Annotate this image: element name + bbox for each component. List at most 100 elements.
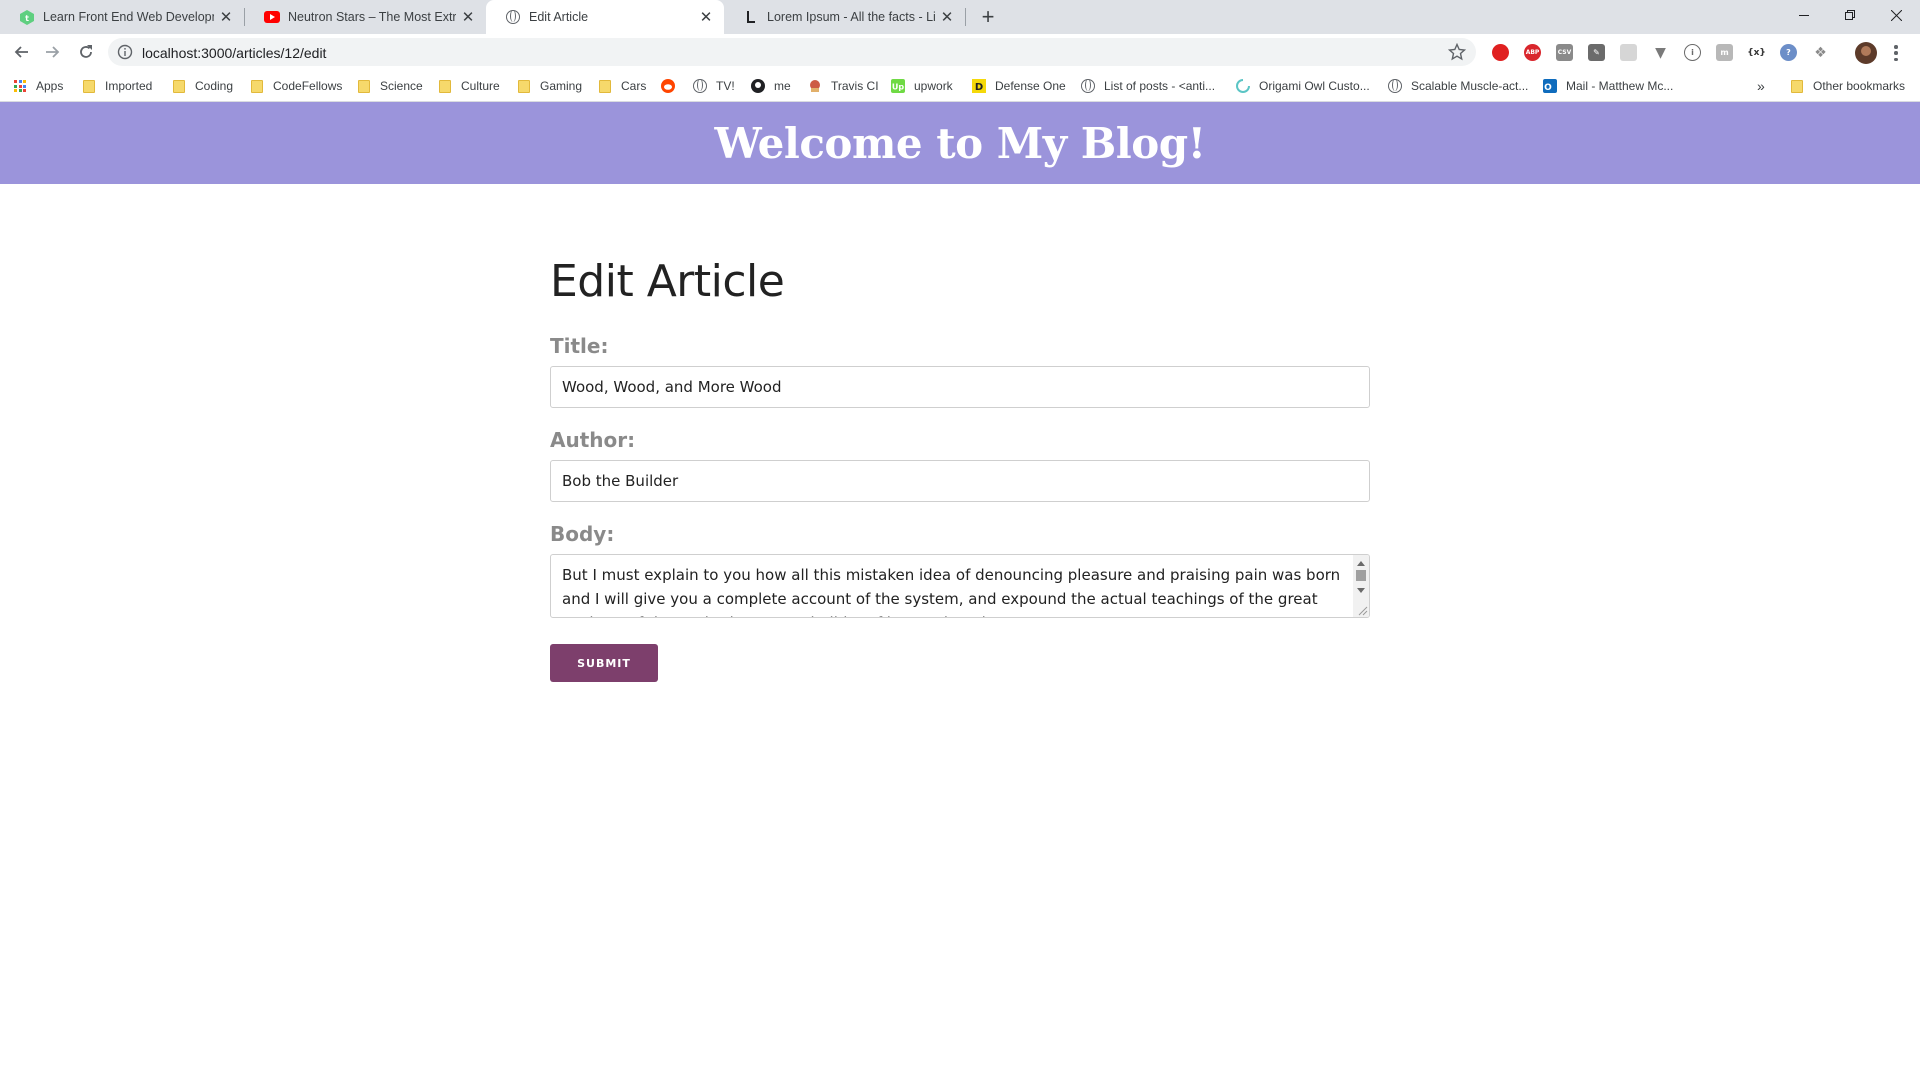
author-label: Author: bbox=[550, 428, 636, 452]
bookmark-mail[interactable]: O Mail - Matthew Mc... bbox=[1543, 76, 1673, 96]
resize-grip-icon[interactable] bbox=[1356, 604, 1368, 616]
bookmark-science[interactable]: Science bbox=[357, 76, 423, 96]
bookmark-label: Coding bbox=[195, 79, 234, 93]
tab-neutron-stars[interactable]: Neutron Stars – The Most Extreme ✕ bbox=[245, 0, 486, 34]
bookmark-apps[interactable]: Apps bbox=[13, 76, 63, 96]
scrollbar-thumb[interactable] bbox=[1356, 570, 1366, 581]
restore-button[interactable] bbox=[1827, 0, 1873, 30]
folder-icon bbox=[517, 79, 531, 93]
url-text[interactable]: localhost:3000/articles/12/edit bbox=[142, 45, 326, 61]
folder-icon bbox=[357, 79, 371, 93]
tab-close-icon[interactable]: ✕ bbox=[460, 9, 476, 26]
bookmarks-overflow-button[interactable]: » bbox=[1757, 76, 1765, 96]
lipsum-icon bbox=[743, 9, 759, 25]
address-bar[interactable]: localhost:3000/articles/12/edit bbox=[108, 38, 1476, 66]
body-textarea[interactable]: But I must explain to you how all this m… bbox=[550, 554, 1370, 618]
dropbox-extension-icon[interactable]: ❖ bbox=[1812, 44, 1829, 61]
youtube-icon bbox=[264, 9, 280, 25]
forward-button[interactable] bbox=[39, 38, 67, 66]
vue-devtools-extension-icon[interactable]: ▼ bbox=[1652, 44, 1669, 61]
arrow-left-icon bbox=[14, 46, 28, 58]
bookmark-label: CodeFellows bbox=[273, 79, 343, 93]
bookmark-cars[interactable]: Cars bbox=[598, 76, 646, 96]
close-window-button[interactable] bbox=[1873, 0, 1919, 30]
minimize-button[interactable] bbox=[1781, 0, 1827, 30]
svg-text:Up: Up bbox=[892, 83, 904, 92]
blue-extension-icon[interactable]: ? bbox=[1780, 44, 1797, 61]
bookmark-label: upwork bbox=[914, 79, 953, 93]
arrow-right-icon bbox=[46, 46, 60, 58]
bookmark-upwork[interactable]: Up upwork bbox=[891, 76, 953, 96]
browser-tab-strip: t Learn Front End Web Development ✕ Neut… bbox=[0, 0, 1920, 34]
back-button[interactable] bbox=[7, 38, 35, 66]
bookmarks-bar: Apps Imported Coding CodeFellows Science… bbox=[0, 70, 1920, 102]
bookmark-star-icon[interactable] bbox=[1448, 43, 1466, 61]
svg-text:t: t bbox=[25, 14, 29, 23]
author-input[interactable] bbox=[550, 460, 1370, 502]
tab-lorem-ipsum[interactable]: Lorem Ipsum - All the facts - Lipsum ✕ bbox=[724, 0, 965, 34]
scroll-down-icon[interactable] bbox=[1357, 588, 1365, 593]
globe-icon bbox=[505, 9, 521, 25]
browser-menu-icon[interactable] bbox=[1893, 43, 1899, 63]
bookmark-tv[interactable]: TV! bbox=[693, 76, 735, 96]
bookmark-me[interactable]: me bbox=[751, 76, 791, 96]
treehouse-icon: t bbox=[19, 9, 35, 25]
bookmark-other-bookmarks[interactable]: Other bookmarks bbox=[1790, 76, 1905, 96]
folder-icon bbox=[1790, 79, 1804, 93]
bookmark-coding[interactable]: Coding bbox=[172, 76, 233, 96]
edit-article-form: Edit Article Title: Author: Body: But I … bbox=[550, 250, 1370, 682]
body-text[interactable]: But I must explain to you how all this m… bbox=[562, 563, 1347, 617]
circle-extension-icon[interactable]: i bbox=[1684, 44, 1701, 61]
bookmark-label: TV! bbox=[716, 79, 735, 93]
tab-edit-article[interactable]: Edit Article ✕ bbox=[486, 0, 724, 34]
tab-separator bbox=[965, 8, 966, 26]
bookmark-travis-ci[interactable]: Travis CI bbox=[808, 76, 879, 96]
bookmark-imported[interactable]: Imported bbox=[82, 76, 152, 96]
tab-title: Neutron Stars – The Most Extreme bbox=[288, 10, 456, 24]
origami-owl-icon bbox=[1236, 79, 1250, 93]
bookmark-defense-one[interactable]: D Defense One bbox=[972, 76, 1066, 96]
bookmark-reddit[interactable] bbox=[661, 76, 684, 96]
tab-close-icon[interactable]: ✕ bbox=[939, 9, 955, 26]
profile-avatar[interactable] bbox=[1855, 42, 1877, 64]
browser-toolbar: localhost:3000/articles/12/edit ABP CSV … bbox=[0, 34, 1920, 70]
body-label: Body: bbox=[550, 522, 615, 546]
bookmark-list-of-posts[interactable]: List of posts - <anti... bbox=[1081, 76, 1215, 96]
bookmark-label: Mail - Matthew Mc... bbox=[1566, 79, 1674, 93]
github-icon bbox=[751, 79, 765, 93]
folder-icon bbox=[250, 79, 264, 93]
upwork-icon: Up bbox=[891, 79, 905, 93]
json-extension-icon[interactable]: {x} bbox=[1747, 44, 1766, 61]
site-header: Welcome to My Blog! bbox=[0, 102, 1920, 184]
scroll-up-icon[interactable] bbox=[1357, 561, 1365, 566]
bookmark-codefellows[interactable]: CodeFellows bbox=[250, 76, 342, 96]
folder-icon bbox=[172, 79, 186, 93]
bookmark-scalable-muscle[interactable]: Scalable Muscle-act... bbox=[1388, 76, 1528, 96]
folder-icon bbox=[438, 79, 452, 93]
page-title: Edit Article bbox=[550, 256, 785, 307]
pen-extension-icon[interactable]: ✎ bbox=[1588, 44, 1605, 61]
tab-learn-front-end[interactable]: t Learn Front End Web Development ✕ bbox=[0, 0, 244, 34]
csv-extension-icon[interactable]: CSV bbox=[1556, 44, 1573, 61]
bookmark-label: Origami Owl Custo... bbox=[1259, 79, 1370, 93]
bookmark-culture[interactable]: Culture bbox=[438, 76, 500, 96]
title-input[interactable] bbox=[550, 366, 1370, 408]
ublock-extension-icon[interactable] bbox=[1492, 44, 1509, 61]
submit-button[interactable]: SUBMIT bbox=[550, 644, 658, 682]
title-label: Title: bbox=[550, 334, 609, 358]
apps-grid-icon bbox=[13, 79, 27, 93]
blank-extension-icon[interactable] bbox=[1620, 44, 1637, 61]
tab-close-icon[interactable]: ✕ bbox=[698, 9, 714, 26]
info-icon bbox=[117, 44, 133, 60]
grey-extension-icon[interactable]: m bbox=[1716, 44, 1733, 61]
new-tab-button[interactable]: + bbox=[975, 4, 1001, 30]
adblock-plus-extension-icon[interactable]: ABP bbox=[1524, 44, 1541, 61]
bookmark-label: Culture bbox=[461, 79, 500, 93]
bookmark-gaming[interactable]: Gaming bbox=[517, 76, 582, 96]
globe-icon bbox=[693, 79, 707, 93]
tab-close-icon[interactable]: ✕ bbox=[218, 9, 234, 26]
reload-button[interactable] bbox=[72, 38, 100, 66]
bookmark-origami-owl[interactable]: Origami Owl Custo... bbox=[1236, 76, 1370, 96]
bookmark-label: Imported bbox=[105, 79, 153, 93]
defense-one-icon: D bbox=[972, 79, 986, 93]
